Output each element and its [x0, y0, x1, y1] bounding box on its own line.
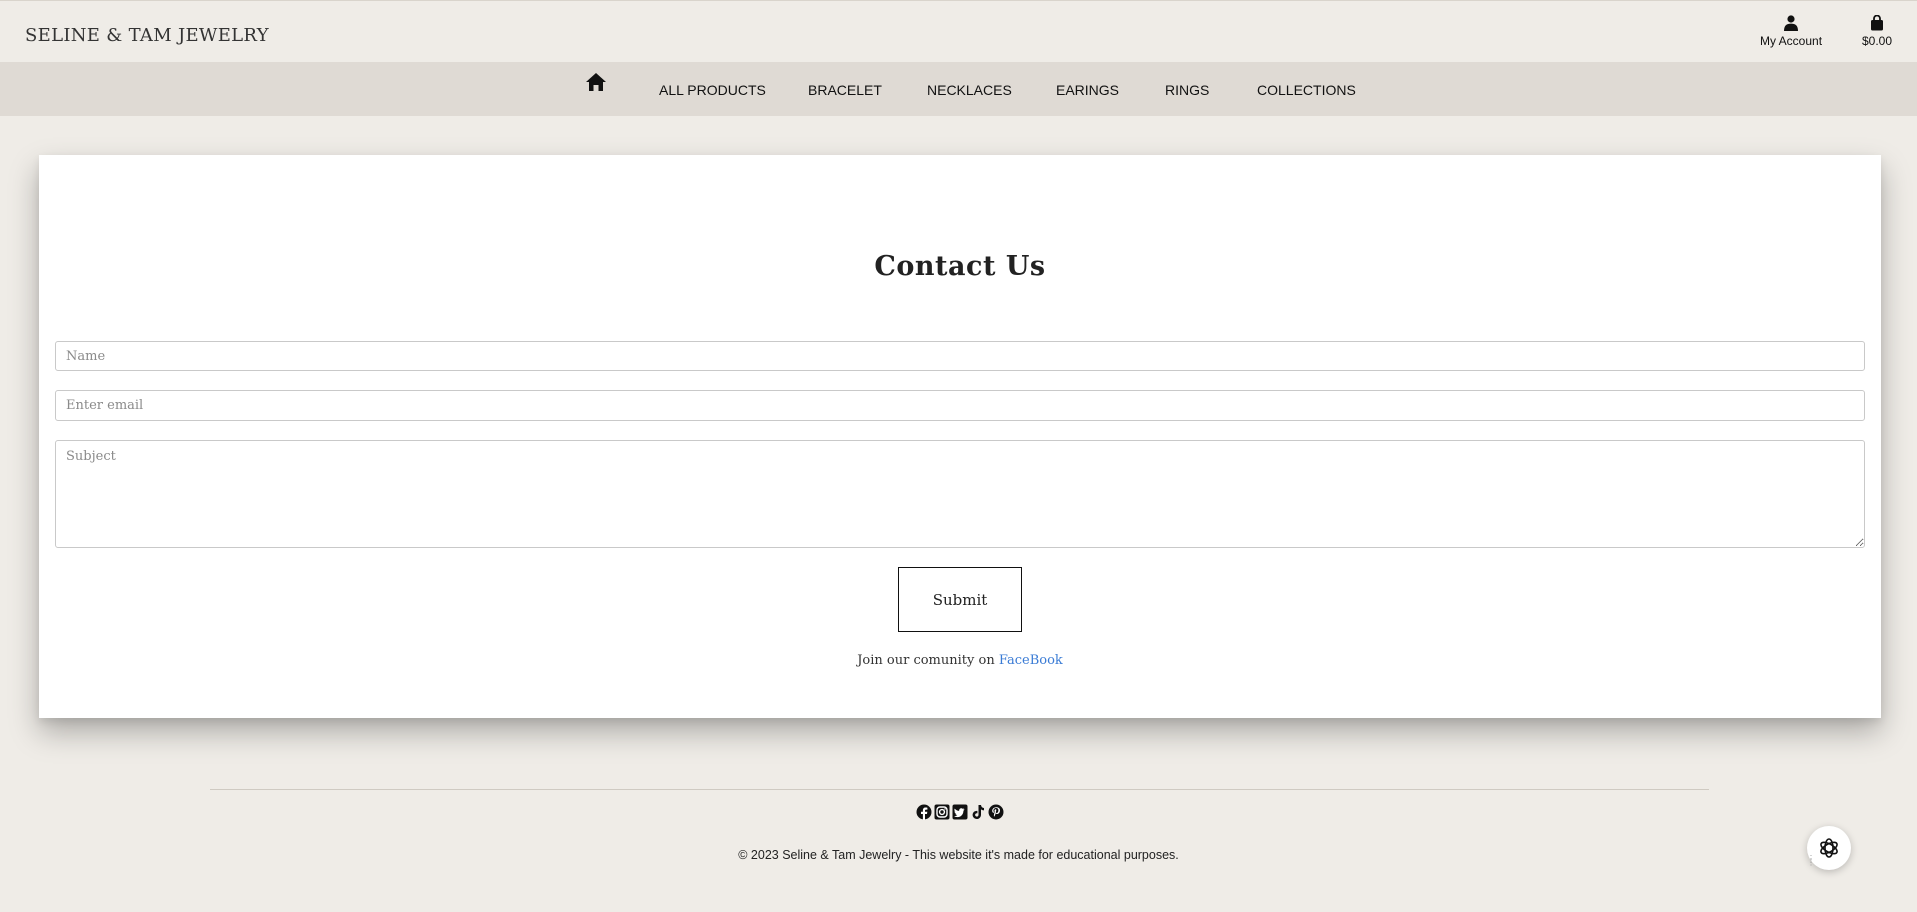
nav-earings[interactable]: EARINGS	[1056, 82, 1119, 98]
facebook-icon[interactable]	[916, 804, 932, 820]
social-links	[916, 803, 1004, 820]
submit-button[interactable]: Submit	[898, 567, 1022, 632]
brand-logo[interactable]: SELINE & TAM JEWELRY	[25, 25, 269, 46]
my-account-label: My Account	[1760, 34, 1823, 48]
user-icon	[1784, 15, 1799, 31]
top-header: SELINE & TAM JEWELRY My Account $0.00	[0, 0, 1917, 62]
community-note: Join our comunity on FaceBook	[39, 653, 1881, 668]
name-field[interactable]	[55, 341, 1865, 371]
chat-assistant-icon	[1820, 838, 1838, 858]
nav-rings[interactable]: RINGS	[1165, 82, 1209, 98]
pinterest-icon[interactable]	[988, 804, 1004, 820]
my-account-link[interactable]: My Account	[1760, 15, 1822, 48]
footer-divider	[210, 789, 1709, 790]
facebook-link[interactable]: FaceBook	[999, 653, 1063, 668]
nav-collections[interactable]: COLLECTIONS	[1257, 82, 1356, 98]
community-text: Join our comunity on	[857, 653, 995, 668]
email-field[interactable]	[55, 390, 1865, 421]
subject-field[interactable]	[55, 440, 1865, 548]
instagram-icon[interactable]	[934, 804, 950, 820]
contact-card: Contact Us Submit Join our comunity on F…	[39, 155, 1881, 718]
nav-bracelet[interactable]: BRACELET	[808, 82, 882, 98]
cart-link[interactable]: $0.00	[1862, 15, 1892, 48]
drag-handle[interactable]: ⋮ ⋮	[1807, 855, 1815, 869]
twitter-icon[interactable]	[952, 804, 968, 820]
nav-all-products[interactable]: ALL PRODUCTS	[659, 82, 766, 98]
nav-necklaces[interactable]: NECKLACES	[927, 82, 1012, 98]
cart-total: $0.00	[1862, 34, 1893, 48]
tiktok-icon[interactable]	[970, 804, 986, 820]
home-icon[interactable]	[585, 72, 607, 92]
copyright-text: © 2023 Seline & Tam Jewelry - This websi…	[738, 848, 1179, 862]
page-title: Contact Us	[874, 251, 1046, 282]
shopping-bag-icon	[1871, 15, 1884, 31]
